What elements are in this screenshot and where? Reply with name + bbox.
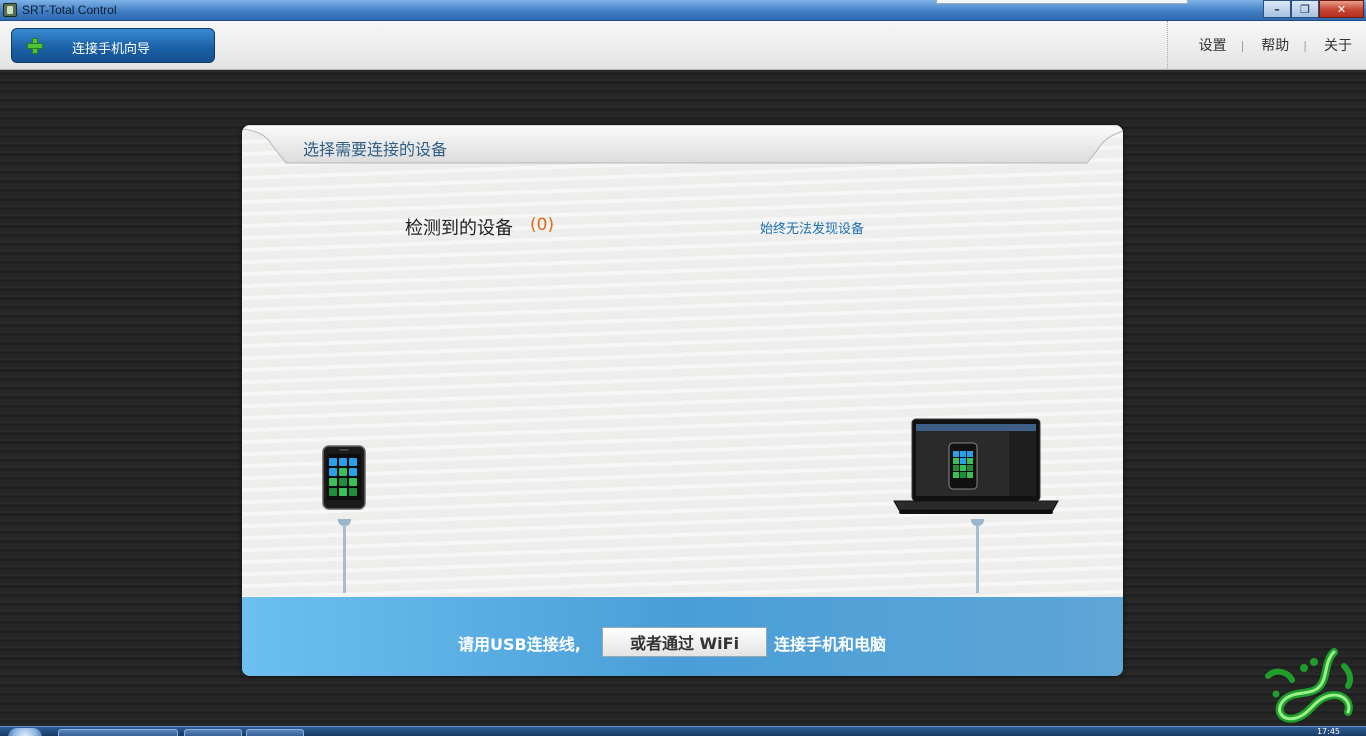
- title-bar[interactable]: SRT-Total Control – ❐ ✕: [0, 0, 1366, 21]
- wifi-connect-button[interactable]: 或者通过 WiFi: [602, 627, 767, 657]
- tray-clock[interactable]: 17:45: [1317, 727, 1340, 736]
- about-link[interactable]: 关于: [1307, 35, 1366, 55]
- app-icon[interactable]: [3, 3, 17, 17]
- taskbar-item[interactable]: [184, 729, 242, 736]
- top-nav: 设置 | 帮助 | 关于: [1166, 21, 1366, 69]
- start-button[interactable]: [8, 728, 42, 736]
- window-title: SRT-Total Control: [22, 3, 117, 17]
- taskbar-item[interactable]: [246, 729, 304, 736]
- panel-title: 选择需要连接的设备: [303, 140, 448, 159]
- laptop-icon: [893, 418, 1059, 514]
- minimize-button[interactable]: –: [1263, 0, 1291, 18]
- close-button[interactable]: ✕: [1319, 0, 1364, 18]
- taskbar-item[interactable]: [58, 729, 178, 736]
- connect-wizard-label: 连接手机向导: [72, 42, 151, 57]
- detected-devices-label: 检测到的设备: [405, 218, 513, 239]
- phone-cable: [343, 525, 346, 593]
- device-not-found-link[interactable]: 始终无法发现设备: [760, 218, 864, 237]
- watermark-logo: [1265, 648, 1354, 723]
- detected-devices-count: (0): [530, 215, 555, 235]
- help-link[interactable]: 帮助: [1244, 35, 1303, 55]
- connect-instruction-text: 连接手机和电脑: [774, 635, 887, 654]
- phone-icon: [322, 445, 366, 510]
- title-bar-field: [936, 0, 1188, 4]
- toolbar: 连接手机向导 设置 | 帮助 | 关于: [0, 21, 1366, 70]
- maximize-button[interactable]: ❐: [1291, 0, 1319, 18]
- connection-instructions-bar: 请用USB连接线, 或者通过 WiFi 连接手机和电脑: [242, 597, 1123, 676]
- device-select-panel: 选择需要连接的设备 检测到的设备 (0) 始终无法发现设备 请用USB连接线, …: [242, 125, 1123, 676]
- connect-wizard-button[interactable]: 连接手机向导: [11, 28, 215, 63]
- settings-link[interactable]: 设置: [1182, 35, 1241, 55]
- laptop-cable: [976, 525, 979, 593]
- plus-icon: [27, 38, 43, 54]
- usb-instruction-text: 请用USB连接线,: [458, 635, 581, 654]
- taskbar: 17:45: [0, 726, 1366, 736]
- window-controls: – ❐ ✕: [1263, 0, 1364, 18]
